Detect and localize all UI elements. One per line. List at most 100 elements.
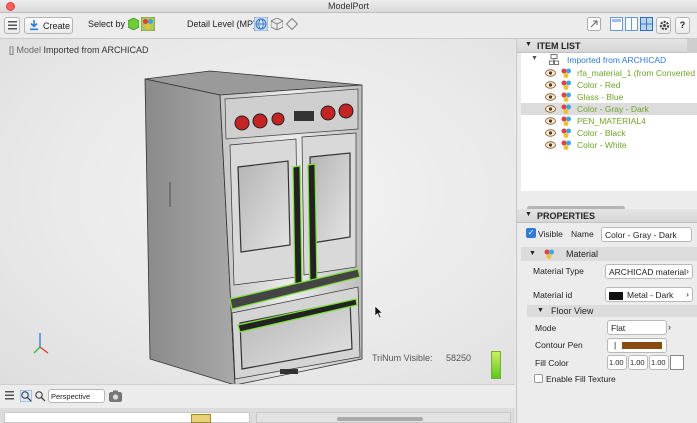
- contour-pen-select[interactable]: |: [607, 338, 667, 353]
- material-type-select[interactable]: ARCHICAD material ›: [605, 264, 693, 279]
- layout-split-icon[interactable]: [625, 17, 638, 31]
- list-item[interactable]: Color - Red: [521, 79, 697, 91]
- list-item-label: rfa_material_1 (from Converted: [577, 68, 696, 78]
- layout-single-icon[interactable]: [610, 17, 623, 31]
- item-list-title: ITEM LIST: [537, 41, 581, 51]
- name-field[interactable]: Color - Gray - Dark: [601, 227, 692, 242]
- properties-title: PROPERTIES: [537, 211, 596, 221]
- mouse-cursor-icon: [374, 305, 384, 319]
- cube-detail-icon[interactable]: [271, 18, 283, 30]
- window-title: ModelPort: [327, 1, 370, 11]
- eye-icon[interactable]: [545, 141, 556, 149]
- select-by-label: Select by: [88, 19, 126, 29]
- collapse-triangle-icon[interactable]: ▼: [525, 211, 532, 218]
- folder-icon: [191, 414, 211, 423]
- toolbar: Create Select by Detail Level (MP) ?: [0, 13, 697, 39]
- chevron-right-icon: ›: [686, 266, 689, 276]
- eye-icon[interactable]: [545, 69, 556, 77]
- list-item[interactable]: Color - Black: [521, 127, 697, 139]
- create-button-label: Create: [43, 21, 71, 31]
- fill-color-r[interactable]: 1.00: [607, 355, 627, 370]
- bottom-panel-left: [4, 412, 250, 423]
- contour-pen-number: |: [614, 340, 617, 350]
- material-icon: [561, 80, 571, 90]
- projection-select[interactable]: Perspective: [48, 389, 105, 403]
- mode-select[interactable]: Flat: [607, 320, 667, 335]
- select-by-object-icon[interactable]: [128, 18, 139, 30]
- list-item-label: PEN_MATERIAL4: [577, 116, 646, 126]
- trinum-label: TriNum Visible:: [372, 353, 433, 363]
- fill-color-swatch[interactable]: [670, 355, 684, 370]
- eye-icon[interactable]: [545, 117, 556, 125]
- modelport-window: ModelPort Create Select by Detail Level …: [0, 0, 697, 423]
- select-by-material-icon[interactable]: [141, 17, 155, 31]
- list-icon[interactable]: [5, 391, 14, 400]
- material-section-header[interactable]: ▼ Material: [521, 247, 697, 261]
- list-item[interactable]: rfa_material_1 (from Converted: [521, 67, 697, 79]
- enable-fill-texture-checkbox[interactable]: [534, 374, 543, 383]
- horizontal-scrollbar[interactable]: [337, 417, 423, 421]
- diamond-detail-icon[interactable]: [286, 18, 298, 30]
- breadcrumb-model-name: Imported from ARCHICAD: [43, 45, 149, 55]
- contour-pen-label: Contour Pen: [535, 340, 583, 350]
- export-icon[interactable]: [587, 17, 601, 31]
- trinum-value: 58250: [446, 353, 472, 363]
- visible-checkbox[interactable]: ✓: [526, 228, 536, 238]
- item-list-header[interactable]: ▼ ITEM LIST: [517, 39, 697, 53]
- create-button[interactable]: Create: [24, 17, 73, 34]
- floor-view-section-label: Floor View: [551, 306, 594, 316]
- list-item[interactable]: Glass - Blue: [521, 91, 697, 103]
- floor-view-section-header[interactable]: ▼ Floor View: [527, 305, 697, 317]
- fill-color-b[interactable]: 1.00: [649, 355, 669, 370]
- sidebar-menu-button[interactable]: [4, 17, 20, 34]
- performance-meter: [491, 351, 501, 379]
- camera-icon[interactable]: [109, 390, 122, 402]
- list-item-label: Color - Gray - Dark: [577, 104, 649, 114]
- properties-header[interactable]: ▼ PROPERTIES: [517, 209, 697, 223]
- settings-button[interactable]: [656, 17, 671, 34]
- help-button[interactable]: ?: [675, 17, 690, 34]
- material-id-value: Metal - Dark: [627, 290, 674, 300]
- download-arrow-icon: [30, 20, 38, 31]
- tree-root-label: Imported from ARCHICAD: [567, 55, 667, 65]
- list-item-selected[interactable]: Color - Gray - Dark: [521, 103, 697, 115]
- zoom-fit-icon[interactable]: [34, 390, 46, 402]
- expand-triangle-icon[interactable]: ▼: [531, 55, 538, 62]
- material-id-select[interactable]: Metal - Dark ›: [605, 287, 693, 302]
- bottom-panel-strip: [0, 408, 515, 423]
- tree-root-row[interactable]: ▼ Imported from ARCHICAD: [521, 54, 697, 66]
- material-section-label: Material: [566, 249, 599, 259]
- item-tree: ▼ Imported from ARCHICAD rfa_material_1 …: [521, 53, 697, 211]
- globe-detail-icon[interactable]: [254, 17, 268, 31]
- collapse-triangle-icon[interactable]: ▼: [525, 41, 532, 48]
- eye-icon[interactable]: [545, 129, 556, 137]
- list-icon: [8, 21, 17, 30]
- collapse-triangle-icon[interactable]: ▼: [529, 250, 536, 257]
- material-type-value: ARCHICAD material: [609, 267, 686, 277]
- item-list-scroll-up[interactable]: [687, 39, 697, 53]
- fill-color-g[interactable]: 1.00: [628, 355, 648, 370]
- eye-icon[interactable]: [545, 93, 556, 101]
- contour-pen-swatch: [622, 342, 662, 349]
- oven-model[interactable]: [130, 67, 370, 385]
- eye-icon[interactable]: [545, 105, 556, 113]
- 3d-viewport[interactable]: [] Model Imported from ARCHICAD TriNum V…: [0, 39, 515, 385]
- eye-icon[interactable]: [545, 81, 556, 89]
- name-label: Name: [571, 229, 594, 239]
- material-icon: [561, 68, 571, 78]
- layout-grid-icon[interactable]: [640, 17, 653, 31]
- model-breadcrumb: [] Model Imported from ARCHICAD: [9, 45, 149, 55]
- zoom-in-icon[interactable]: [20, 390, 32, 402]
- right-panel: ▼ ITEM LIST ▼ Imported from ARCHICAD rfa…: [516, 39, 697, 423]
- material-icon: [544, 249, 554, 259]
- material-swatch: [609, 291, 623, 300]
- list-item[interactable]: PEN_MATERIAL4: [521, 115, 697, 127]
- visible-label: Visible: [538, 229, 563, 239]
- material-icon: [561, 128, 571, 138]
- chevron-right-icon: ›: [668, 322, 671, 332]
- chevron-right-icon: ›: [686, 289, 689, 299]
- collapse-triangle-icon[interactable]: ▼: [537, 307, 544, 314]
- material-type-label: Material Type: [533, 266, 584, 276]
- list-item[interactable]: Color - White: [521, 139, 697, 151]
- material-icon: [561, 140, 571, 150]
